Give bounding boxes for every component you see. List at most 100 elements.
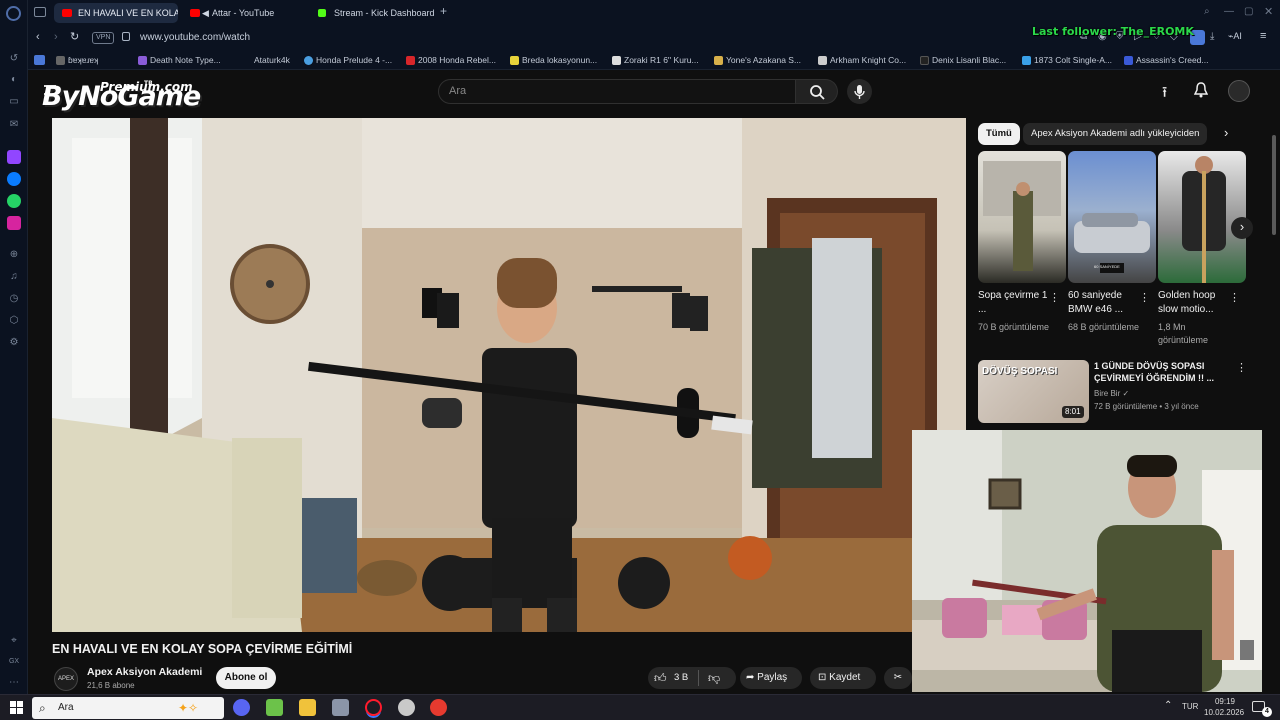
windows-start-icon[interactable] [10,701,23,714]
tab-kick-dashboard[interactable]: Stream - Kick Dashboard [310,3,434,23]
download-icon[interactable]: ⤓ [1210,31,1214,42]
workspaces-icon[interactable] [34,7,46,17]
file-explorer-icon[interactable] [299,699,316,716]
gx-icon[interactable]: GX [7,655,21,669]
bookmark-item[interactable]: Death Note Type... [138,54,221,66]
thumbs-down-icon[interactable]: 👎︎ [708,667,720,689]
short-thumbnail[interactable]: 60 SANİYEDE [1068,151,1156,283]
close-window-button[interactable]: ✕ [1264,5,1273,18]
bookmark-item[interactable]: Arkham Knight Co... [818,54,906,66]
music-icon[interactable]: ♫ [7,270,21,284]
subscribe-button[interactable]: Abone ol [216,667,276,689]
channel-name[interactable]: Apex Aksiyon Akademi [87,666,202,678]
share-icon: ➦ [746,672,755,683]
vpn-badge[interactable]: VPN [92,32,115,44]
app-icon[interactable] [398,699,415,716]
language-indicator[interactable]: TUR [1182,702,1198,711]
back-history-icon[interactable]: ↺ [7,52,21,66]
thumbs-up-icon[interactable]: 👍︎ [654,667,667,689]
tray-chevron-up-icon[interactable]: ⌃ [1164,700,1172,711]
taskbar-search-input[interactable]: ⌕ Ara ✦✧ [32,697,224,719]
mail-icon[interactable]: ✉ [7,118,21,132]
shorts-next-button[interactable]: › [1231,217,1253,239]
more-options-icon[interactable]: ⋮ [1229,291,1240,304]
bookmarks-menu-icon[interactable] [34,55,45,65]
voice-search-button[interactable] [847,79,872,104]
tab-label: Stream - Kick Dashboard [334,8,434,18]
tab-bar: EN HAVALI VE EN KOLAY S ◀ Attar - YouTub… [28,0,1280,26]
cube-icon[interactable]: ⬡ [7,314,21,328]
settings-icon[interactable]: ⚙ [7,336,21,350]
bookmark-item[interactable]: Honda Prelude 4 -... [304,54,392,66]
clip-button[interactable]: ✂ [884,667,912,689]
bookmark-item[interactable]: 2008 Honda Rebel... [406,54,496,66]
scrollbar-thumb[interactable] [1272,135,1276,235]
rec-video-thumbnail[interactable]: DÖVÜŞ SOPASI 8:01 [978,360,1089,423]
short-thumbnail[interactable] [1158,151,1246,283]
minimize-button[interactable]: — [1224,6,1234,17]
notifications-bell-icon[interactable] [1193,82,1209,98]
pin-icon[interactable]: ⌖ [7,634,21,648]
short-views: 1,8 Mn görüntüleme [1158,322,1209,345]
twitch-icon[interactable] [7,150,21,164]
search-button[interactable] [796,79,838,104]
discord-icon[interactable] [233,699,250,716]
bookmark-item[interactable]: Breda lokasyonun... [510,54,597,66]
bookmark-item[interactable]: 1873 Colt Single-A... [1022,54,1112,66]
account-avatar[interactable] [1228,80,1250,102]
short-title[interactable]: Sopa çevirme 1 ... [978,289,1050,317]
app-icon[interactable] [332,699,349,716]
short-title[interactable]: 60 saniyede BMW e46 ... [1068,289,1140,317]
android-emulator-icon[interactable] [266,699,283,716]
opera-logo-icon[interactable] [6,6,21,21]
history-icon[interactable]: ◷ [7,292,21,306]
bookmark-item[interactable]: Ataturk4k [242,54,290,66]
like-dislike-group: 👍︎ 3 B 👎︎ [648,667,736,689]
wallet-icon[interactable]: ▭ [7,95,21,109]
url-field[interactable]: www.youtube.com/watch [140,29,290,47]
forward-arrow-icon[interactable]: › [54,31,58,43]
webcam-overlay [912,430,1262,692]
obs-record-icon[interactable] [430,699,447,716]
clock-time[interactable]: 09:19 [1214,697,1236,706]
bookmark-item[interactable]: ɓɐʞɐɹɐʞ [56,54,98,66]
chip-all[interactable]: Tümü [978,123,1020,145]
ai-button[interactable]: ⌁AI [1228,31,1242,42]
back-arrow-icon[interactable]: ‹ [36,31,40,43]
opera-gx-icon[interactable] [365,699,382,716]
account-icon[interactable]: ◐ [7,73,21,87]
messenger-icon[interactable] [7,172,21,186]
reload-icon[interactable]: ↻ [70,30,79,43]
channel-avatar[interactable]: APEX [54,667,78,691]
bookmark-item[interactable]: Denix Lisanli Blac... [920,54,1006,66]
search-tabs-icon[interactable]: ⌕ [1204,6,1210,17]
short-title[interactable]: Golden hoop slow motio... [1158,289,1230,317]
clock-date[interactable]: 10.02.2026 [1204,708,1244,717]
rec-video-channel[interactable]: Bire Bir ✓ [1094,389,1129,398]
new-tab-button[interactable]: + [440,4,447,18]
subscriber-count: 21,6 B abone [87,681,135,690]
video-player[interactable] [52,118,966,632]
tab-youtube-attar[interactable]: ◀ Attar - YouTube [182,3,306,23]
short-thumbnail[interactable] [978,151,1066,283]
bookmark-item[interactable]: Yone's Azakana S... [714,54,801,66]
more-options-icon[interactable]: ⋮ [1236,361,1247,374]
bookmark-item[interactable]: Zoraki R1 6'' Kuru... [612,54,699,66]
instagram-icon[interactable] [7,216,21,230]
rec-video-title[interactable]: 1 GÜNDE DÖVÜŞ SOPASI ÇEVİRMEYİ ÖĞRENDİM … [1094,360,1214,384]
bookmark-item[interactable]: Assassin's Creed... [1124,54,1208,66]
maximize-button[interactable]: ▢ [1244,6,1253,17]
more-options-icon[interactable]: ⋮ [1139,291,1150,304]
upload-icon[interactable]: ⭱ [1162,82,1167,107]
whatsapp-icon[interactable] [7,194,21,208]
chip-uploader[interactable]: Apex Aksiyon Akademi adlı yükleyiciden [1023,123,1208,145]
save-button[interactable]: ⊡ Kaydet [810,667,876,689]
menu-icon[interactable]: ≡ [1260,30,1266,42]
tab-active-video[interactable]: EN HAVALI VE EN KOLAY S [54,3,178,23]
chevron-right-icon[interactable]: › [1224,125,1228,140]
add-icon[interactable]: ⊕ [7,248,21,262]
search-input[interactable]: Ara [438,79,796,104]
share-button[interactable]: ➦ Paylaş [740,667,802,689]
more-icon[interactable]: ⋯ [7,676,21,690]
more-options-icon[interactable]: ⋮ [1049,291,1060,304]
